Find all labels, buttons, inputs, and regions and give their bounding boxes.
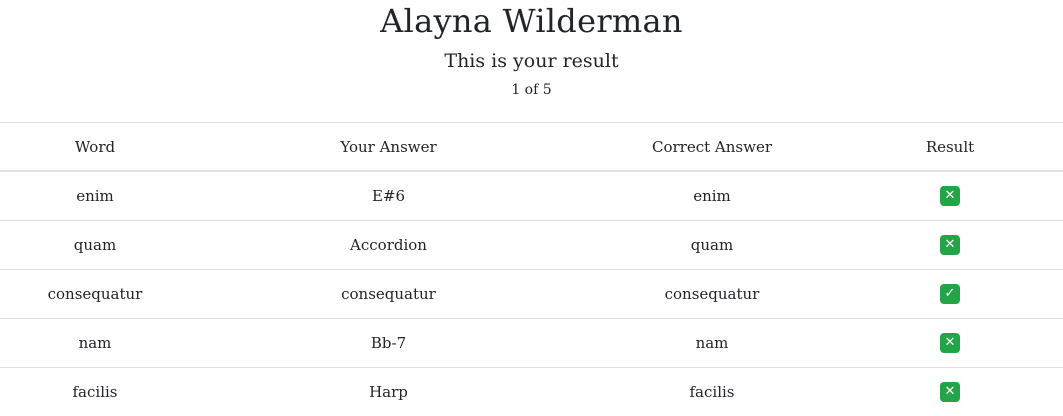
result-header: Alayna Wilderman This is your result 1 o…: [0, 0, 1063, 99]
word-cell: facilis: [0, 367, 190, 416]
correct-answer-cell: quam: [587, 220, 837, 270]
your-answer-cell: E#6: [190, 170, 587, 221]
cross-mark-icon: ✕: [940, 333, 960, 353]
check-mark-icon: ✓: [940, 284, 960, 304]
cross-mark-icon: ✕: [940, 186, 960, 206]
result-cell: ✕: [837, 220, 1063, 270]
correct-answer-cell: consequatur: [587, 269, 837, 319]
results-table: Word Your Answer Correct Answer Result e…: [0, 122, 1063, 416]
column-header-result: Result: [837, 122, 1063, 172]
table-row: facilis Harp facilis ✕: [0, 367, 1063, 416]
user-name: Alayna Wilderman: [380, 2, 683, 40]
your-answer-cell: Accordion: [190, 220, 587, 270]
column-header-word: Word: [0, 122, 190, 172]
your-answer-cell: Harp: [190, 367, 587, 416]
cross-mark-icon: ✕: [940, 382, 960, 402]
correct-answer-cell: facilis: [587, 367, 837, 416]
result-cell: ✕: [837, 367, 1063, 416]
your-answer-cell: consequatur: [190, 269, 587, 319]
table-row: nam Bb-7 nam ✕: [0, 318, 1063, 368]
word-cell: nam: [0, 318, 190, 368]
correct-answer-cell: nam: [587, 318, 837, 368]
your-answer-cell: Bb-7: [190, 318, 587, 368]
table-row: enim E#6 enim ✕: [0, 170, 1063, 221]
result-subtitle: This is your result: [444, 50, 619, 72]
cross-mark-icon: ✕: [940, 235, 960, 255]
word-cell: quam: [0, 220, 190, 270]
result-cell: ✕: [837, 318, 1063, 368]
table-row: consequatur consequatur consequatur ✓: [0, 269, 1063, 319]
correct-answer-cell: enim: [587, 170, 837, 221]
column-header-your-answer: Your Answer: [190, 122, 587, 172]
result-cell: ✓: [837, 269, 1063, 319]
result-cell: ✕: [837, 170, 1063, 221]
table-row: quam Accordion quam ✕: [0, 220, 1063, 270]
column-header-correct-answer: Correct Answer: [587, 122, 837, 172]
word-cell: consequatur: [0, 269, 190, 319]
page-indicator: 1 of 5: [511, 82, 552, 98]
word-cell: enim: [0, 170, 190, 221]
table-header-row: Word Your Answer Correct Answer Result: [0, 122, 1063, 172]
